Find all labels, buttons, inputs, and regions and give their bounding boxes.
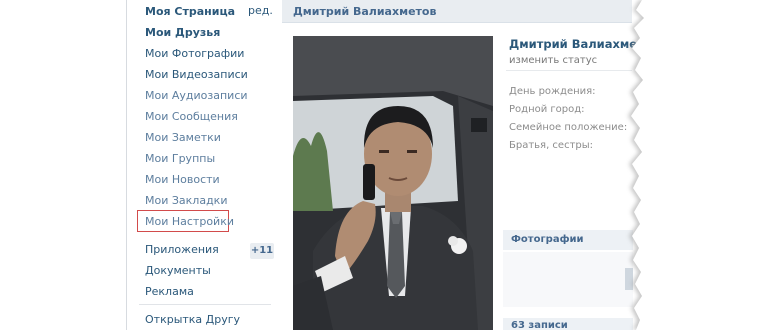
profile-photo[interactable]: [293, 36, 493, 330]
wall-count[interactable]: 63 записи: [511, 320, 568, 330]
page: Моя Страница ред. Мои Друзья Мои Фотогра…: [0, 0, 770, 330]
sidebar-item-documents[interactable]: Документы: [145, 264, 211, 278]
page-title: Дмитрий Валиахметов: [293, 5, 437, 18]
sidebar-divider: [139, 304, 271, 305]
sidebar-item-settings[interactable]: Мои Настройки: [145, 215, 234, 229]
profile-photo-image: [293, 36, 493, 330]
sidebar-item-videos[interactable]: Мои Видеозаписи: [145, 68, 248, 82]
sidebar-item-postcard[interactable]: Открытка Другу: [145, 313, 240, 327]
change-status-link[interactable]: изменить статус: [509, 55, 597, 66]
sidebar-item-ads[interactable]: Реклама: [145, 285, 194, 299]
sidebar-item-bookmarks[interactable]: Мои Закладки: [145, 194, 227, 208]
sidebar-item-groups[interactable]: Мои Группы: [145, 152, 215, 166]
sidebar-item-messages[interactable]: Мои Сообщения: [145, 110, 238, 124]
profile-header: Дмитрий Валиахметов: [282, 0, 632, 23]
info-siblings-label: Братья, сестры:: [509, 140, 594, 151]
sidebar-menu: Моя Страница ред. Мои Друзья Мои Фотогра…: [127, 0, 282, 330]
edit-link[interactable]: ред.: [248, 4, 273, 17]
sidebar-item-apps[interactable]: Приложения: [145, 243, 219, 257]
sidebar-item-news[interactable]: Мои Новости: [145, 173, 220, 187]
torn-edge-decoration: [628, 0, 770, 330]
sidebar-item-friends[interactable]: Мои Друзья: [145, 26, 220, 40]
sidebar-item-photos[interactable]: Мои Фотографии: [145, 47, 244, 61]
info-birthday-label: День рождения:: [509, 86, 596, 97]
photos-section-title[interactable]: Фотографии: [511, 234, 584, 245]
sidebar-item-my-page[interactable]: Моя Страница: [145, 5, 235, 19]
info-hometown-label: Родной город:: [509, 104, 585, 115]
sidebar-item-notes[interactable]: Мои Заметки: [145, 131, 221, 145]
apps-count-badge: +11: [250, 243, 274, 259]
sidebar-item-audio[interactable]: Мои Аудиозаписи: [145, 89, 248, 103]
